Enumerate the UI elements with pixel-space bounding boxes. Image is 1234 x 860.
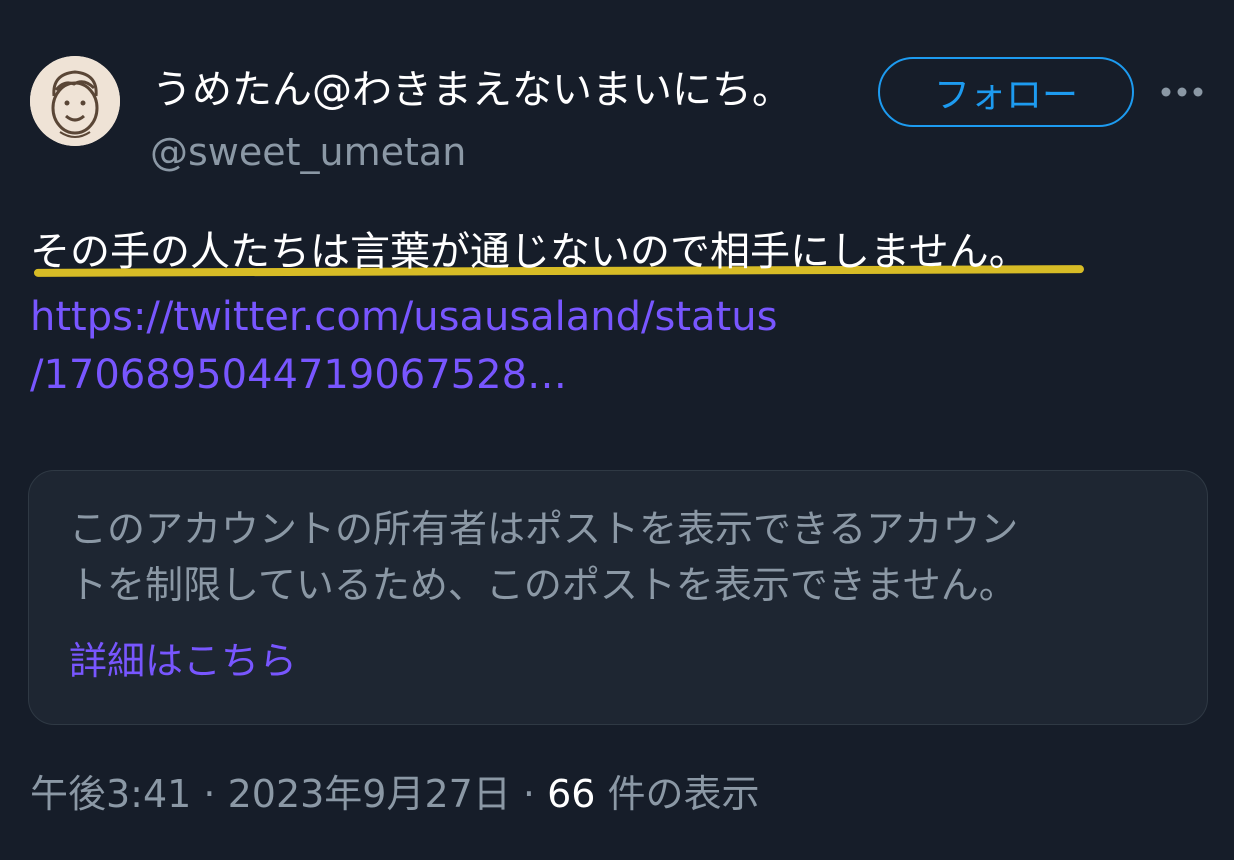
- avatar[interactable]: [30, 56, 120, 146]
- meta-separator: ·: [191, 772, 228, 816]
- post-time[interactable]: 午後3:41: [30, 772, 191, 816]
- post-link-line-1: https://twitter.com/usausaland/status: [30, 294, 778, 340]
- avatar-face-sketch-icon: [30, 56, 120, 146]
- more-options-icon: [1161, 87, 1203, 97]
- more-options-button[interactable]: [1152, 74, 1212, 110]
- views-count[interactable]: 66: [547, 772, 595, 816]
- follow-button[interactable]: フォロー: [878, 57, 1134, 127]
- user-handle[interactable]: @sweet_umetan: [150, 128, 466, 176]
- notice-line-1: このアカウントの所有者はポストを表示できるアカウン: [69, 507, 1019, 551]
- post-text: その手の人たちは言葉が通じないので相手にしません。: [30, 229, 1029, 275]
- post-link[interactable]: https://twitter.com/usausaland/status /1…: [30, 288, 777, 404]
- learn-more-link[interactable]: 詳細はこちら: [69, 635, 297, 687]
- display-name[interactable]: うめたん@わきまえないまいにち。: [152, 64, 792, 116]
- meta-separator: ·: [510, 772, 548, 816]
- views-label: 件の表示: [595, 772, 760, 816]
- unavailable-post-card: このアカウントの所有者はポストを表示できるアカウン トを制限しているため、このポ…: [28, 470, 1208, 725]
- post-link-line-2: /1706895044719067528…: [30, 352, 568, 398]
- notice-line-2: トを制限しているため、このポストを表示できません。: [69, 563, 1017, 607]
- unavailable-notice-text: このアカウントの所有者はポストを表示できるアカウン トを制限しているため、このポ…: [69, 501, 1179, 613]
- post-meta: 午後3:41 · 2023年9月27日 · 66 件の表示: [30, 768, 760, 820]
- post-date[interactable]: 2023年9月27日: [228, 772, 511, 816]
